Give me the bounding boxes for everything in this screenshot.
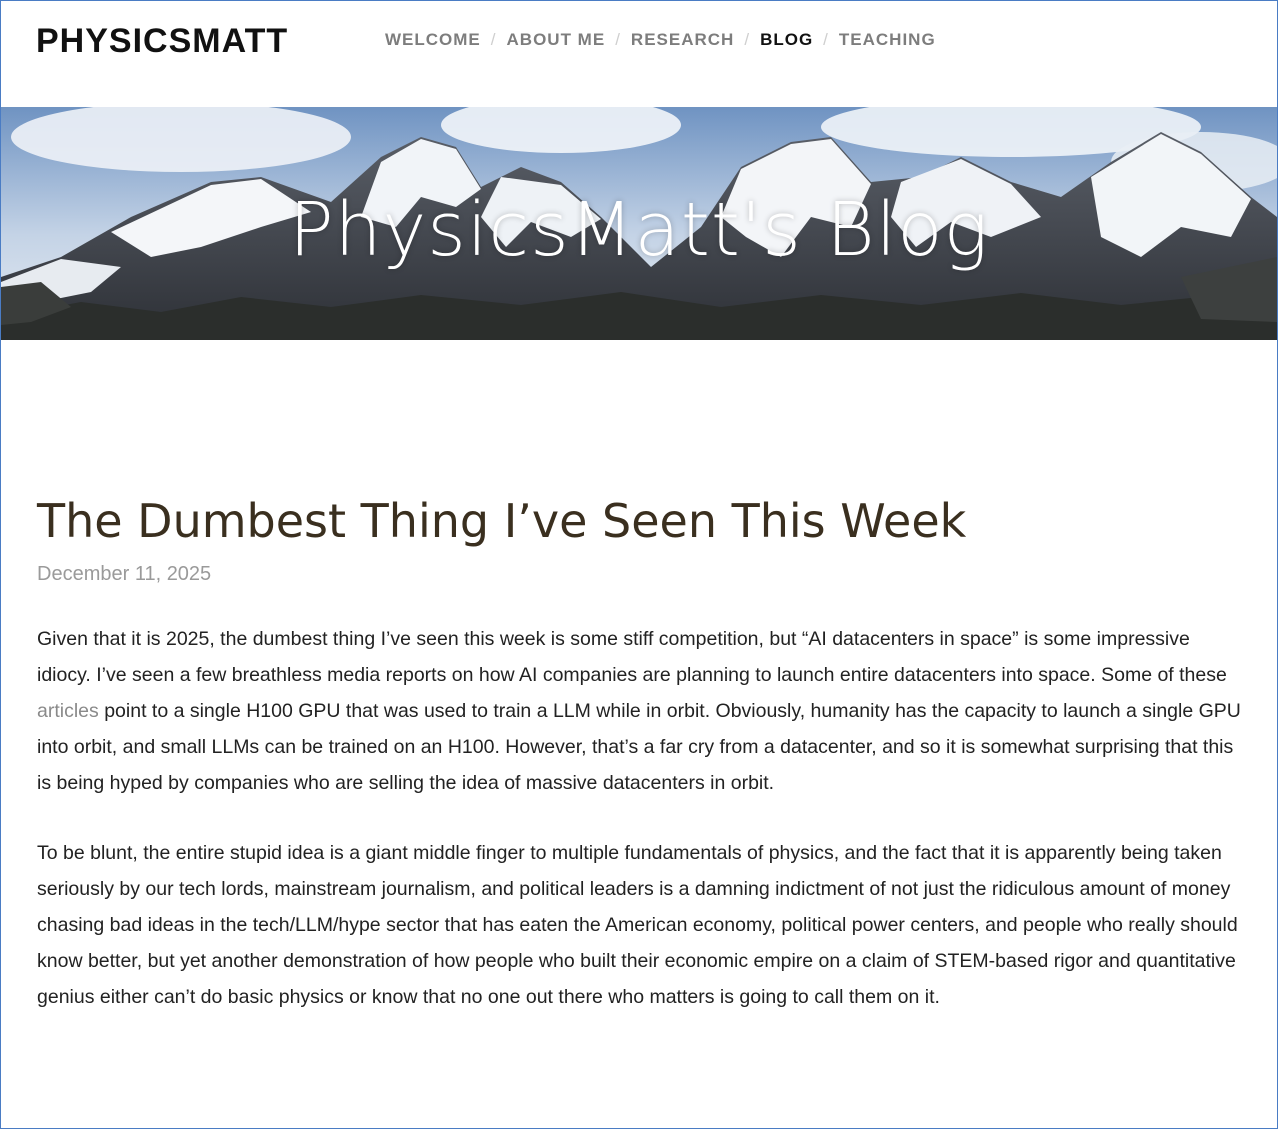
post-title[interactable]: The Dumbest Thing I’ve Seen This Week [37,491,1249,551]
blog-post: The Dumbest Thing I’ve Seen This Week De… [37,491,1249,1015]
site-title-link[interactable]: PHYSICSMATT [36,22,288,60]
nav-separator: / [490,30,497,49]
nav-separator: / [744,30,751,49]
paragraph-text: point to a single H100 GPU that was used… [37,700,1241,794]
nav-item-about-me[interactable]: ABOUT ME [507,29,606,51]
nav-item-welcome[interactable]: WELCOME [385,29,481,51]
articles-link[interactable]: articles [37,700,99,722]
nav-item-research[interactable]: RESEARCH [631,29,734,51]
hero-title: PhysicsMatt's Blog [288,187,989,273]
post-body: Given that it is 2025, the dumbest thing… [37,621,1249,1015]
hero-banner: PhysicsMatt's Blog [1,107,1277,340]
post-paragraph: Given that it is 2025, the dumbest thing… [37,621,1249,801]
main-nav: WELCOME / ABOUT ME / RESEARCH / BLOG / T… [385,29,936,51]
nav-separator: / [823,30,829,49]
nav-separator: / [615,30,621,49]
paragraph-text: Given that it is 2025, the dumbest thing… [37,628,1227,686]
post-date: December 11, 2025 [37,563,212,585]
nav-item-blog[interactable]: BLOG [760,29,813,51]
site-header: PHYSICSMATT WELCOME / ABOUT ME / RESEARC… [1,1,1277,107]
browser-page: PHYSICSMATT WELCOME / ABOUT ME / RESEARC… [0,0,1278,1129]
post-paragraph: To be blunt, the entire stupid idea is a… [37,842,1238,1008]
nav-item-teaching[interactable]: TEACHING [839,29,936,51]
